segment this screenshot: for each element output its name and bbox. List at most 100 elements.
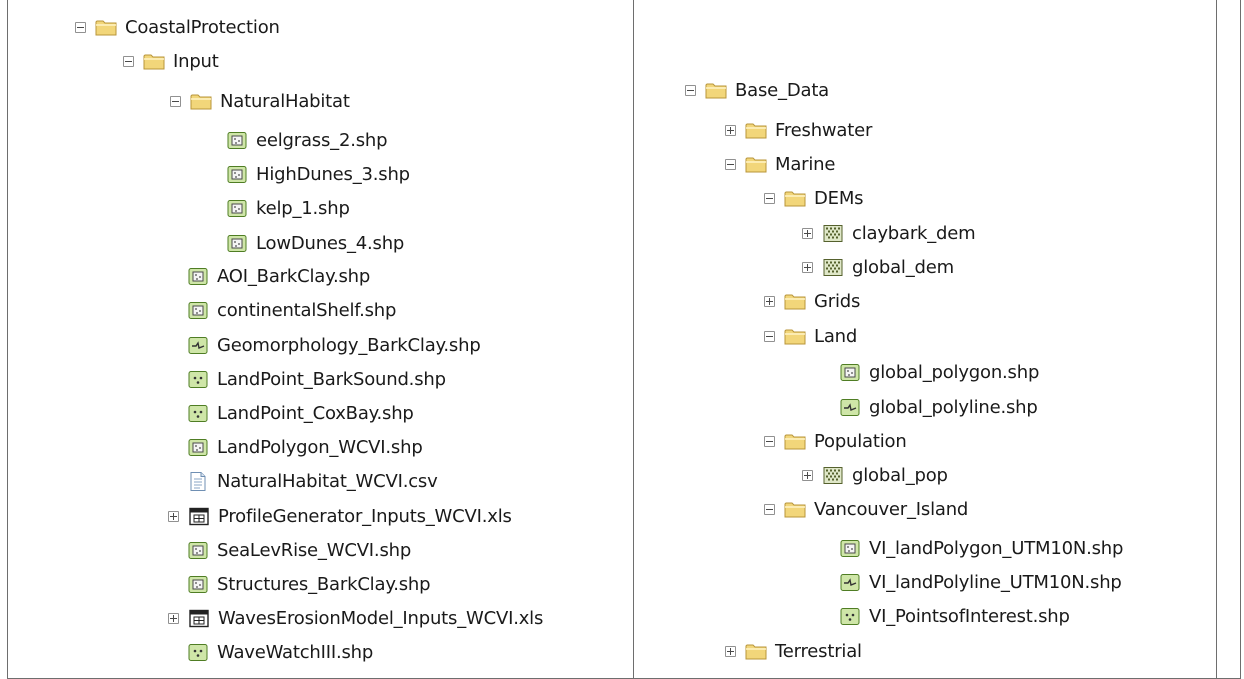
folder-icon <box>784 500 806 519</box>
tree-item-profilegenerator-inputs-wcvi-xls[interactable]: ProfileGenerator_Inputs_WCVI.xls <box>168 501 512 531</box>
polygon-shapefile-icon <box>187 575 209 594</box>
tree-item-label: ProfileGenerator_Inputs_WCVI.xls <box>218 505 512 527</box>
tree-item-structures-barkclay-shp[interactable]: Structures_BarkClay.shp <box>168 569 431 599</box>
expand-toggle-icon[interactable] <box>168 612 179 624</box>
point-shapefile-icon <box>187 370 209 389</box>
tree-item-label: VI_landPolygon_UTM10N.shp <box>869 537 1124 559</box>
text-file-icon <box>187 471 209 491</box>
tree-item-sealevrise-wcvi-shp[interactable]: SeaLevRise_WCVI.shp <box>168 535 411 565</box>
tree-item-global-polyline-shp[interactable]: global_polyline.shp <box>820 392 1038 422</box>
tree-item-label: Grids <box>814 290 861 312</box>
tree-item-label: Freshwater <box>775 119 873 141</box>
raster-icon <box>822 224 844 243</box>
expand-toggle-icon[interactable] <box>725 124 736 136</box>
tree-item-landpolygon-wcvi-shp[interactable]: LandPolygon_WCVI.shp <box>168 432 423 462</box>
tree-item-global-pop[interactable]: global_pop <box>802 460 948 490</box>
tree-item-vi-pointsofinterest-shp[interactable]: VI_PointsofInterest.shp <box>820 601 1070 631</box>
folder-icon <box>705 81 727 100</box>
tree-item-label: global_polygon.shp <box>869 361 1040 383</box>
tree-item-label: WavesErosionModel_Inputs_WCVI.xls <box>218 607 544 629</box>
tree-item-vancouver-island[interactable]: Vancouver_Island <box>764 494 968 524</box>
tree-item-geomorphology-barkclay-shp[interactable]: Geomorphology_BarkClay.shp <box>168 330 481 360</box>
tree-item-dems[interactable]: DEMs <box>764 183 864 213</box>
polygon-shapefile-icon <box>187 267 209 286</box>
point-shapefile-icon <box>187 643 209 662</box>
collapse-toggle-icon[interactable] <box>75 21 86 33</box>
expand-toggle-icon[interactable] <box>802 261 813 273</box>
tree-item-lowdunes-4-shp[interactable]: LowDunes_4.shp <box>207 228 404 258</box>
expand-toggle-icon[interactable] <box>802 227 813 239</box>
tree-item-grids[interactable]: Grids <box>764 286 860 316</box>
tree-item-label: claybark_dem <box>852 222 976 244</box>
raster-icon <box>822 258 844 277</box>
tree-item-global-dem[interactable]: global_dem <box>802 252 954 282</box>
tree-item-label: kelp_1.shp <box>256 197 350 219</box>
polygon-shapefile-icon <box>839 539 861 558</box>
collapse-toggle-icon[interactable] <box>764 435 775 447</box>
tree-item-label: VI_landPolyline_UTM10N.shp <box>869 571 1122 593</box>
column-divider <box>1216 0 1217 678</box>
tree-item-naturalhabitat-wcvi-csv[interactable]: NaturalHabitat_WCVI.csv <box>168 466 438 496</box>
collapse-toggle-icon[interactable] <box>764 192 775 204</box>
expand-toggle-icon[interactable] <box>168 510 179 522</box>
polygon-shapefile-icon <box>226 165 248 184</box>
tree-item-naturalhabitat[interactable]: NaturalHabitat <box>170 86 350 116</box>
tree-item-eelgrass-2-shp[interactable]: eelgrass_2.shp <box>207 125 388 155</box>
tree-item-landpoint-coxbay-shp[interactable]: LandPoint_CoxBay.shp <box>168 398 414 428</box>
collapse-toggle-icon[interactable] <box>725 158 736 170</box>
folder-icon <box>745 642 767 661</box>
point-shapefile-icon <box>187 404 209 423</box>
column-divider <box>633 0 634 678</box>
expand-toggle-icon[interactable] <box>764 295 775 307</box>
tree-item-label: Population <box>814 430 907 452</box>
tree-item-label: VI_PointsofInterest.shp <box>869 605 1070 627</box>
tree-item-label: Structures_BarkClay.shp <box>217 573 431 595</box>
folder-icon <box>95 18 117 37</box>
tree-item-population[interactable]: Population <box>764 426 907 456</box>
polygon-shapefile-icon <box>187 301 209 320</box>
polygon-shapefile-icon <box>187 438 209 457</box>
polygon-shapefile-icon <box>226 131 248 150</box>
polygon-shapefile-icon <box>839 363 861 382</box>
tree-item-global-polygon-shp[interactable]: global_polygon.shp <box>820 357 1039 387</box>
tree-item-base-data[interactable]: Base_Data <box>685 75 829 105</box>
tree-item-terrestrial[interactable]: Terrestrial <box>725 636 862 666</box>
tree-item-marine[interactable]: Marine <box>725 149 835 179</box>
collapse-toggle-icon[interactable] <box>123 55 134 67</box>
tree-item-wavewatchiii-shp[interactable]: WaveWatchIII.shp <box>168 637 373 667</box>
tree-item-label: global_polyline.shp <box>869 396 1038 418</box>
collapse-toggle-icon[interactable] <box>764 503 775 515</box>
tree-item-label: global_dem <box>852 256 954 278</box>
tree-item-waveserosionmodel-inputs-wcvi-xls[interactable]: WavesErosionModel_Inputs_WCVI.xls <box>168 603 543 633</box>
expand-toggle-icon[interactable] <box>802 469 813 481</box>
tree-item-aoi-barkclay-shp[interactable]: AOI_BarkClay.shp <box>168 261 370 291</box>
tree-item-label: DEMs <box>814 187 864 209</box>
tree-item-freshwater[interactable]: Freshwater <box>725 115 872 145</box>
tree-item-label: HighDunes_3.shp <box>256 163 410 185</box>
expand-toggle-icon[interactable] <box>725 645 736 657</box>
tree-item-landpoint-barksound-shp[interactable]: LandPoint_BarkSound.shp <box>168 364 446 394</box>
tree-item-label: global_pop <box>852 464 948 486</box>
tree-item-vi-landpolyline-utm10n-shp[interactable]: VI_landPolyline_UTM10N.shp <box>820 567 1122 597</box>
folder-icon <box>784 292 806 311</box>
point-shapefile-icon <box>839 607 861 626</box>
polygon-shapefile-icon <box>187 541 209 560</box>
collapse-toggle-icon[interactable] <box>685 84 696 96</box>
tree-item-highdunes-3-shp[interactable]: HighDunes_3.shp <box>207 159 410 189</box>
tree-item-label: Input <box>173 50 219 72</box>
tree-item-coastalprotection[interactable]: CoastalProtection <box>75 12 280 42</box>
tree-item-input[interactable]: Input <box>123 46 219 76</box>
tree-item-label: NaturalHabitat <box>220 90 350 112</box>
tree-item-vi-landpolygon-utm10n-shp[interactable]: VI_landPolygon_UTM10N.shp <box>820 533 1123 563</box>
tree-item-continentalshelf-shp[interactable]: continentalShelf.shp <box>168 295 396 325</box>
folder-icon <box>784 327 806 346</box>
tree-item-label: Land <box>814 325 858 347</box>
tree-item-label: continentalShelf.shp <box>217 299 397 321</box>
collapse-toggle-icon[interactable] <box>764 330 775 342</box>
tree-item-kelp-1-shp[interactable]: kelp_1.shp <box>207 193 350 223</box>
tree-item-label: CoastalProtection <box>125 16 280 38</box>
tree-item-claybark-dem[interactable]: claybark_dem <box>802 218 976 248</box>
collapse-toggle-icon[interactable] <box>170 95 181 107</box>
tree-item-label: WaveWatchIII.shp <box>217 641 374 663</box>
tree-item-land[interactable]: Land <box>764 321 857 351</box>
